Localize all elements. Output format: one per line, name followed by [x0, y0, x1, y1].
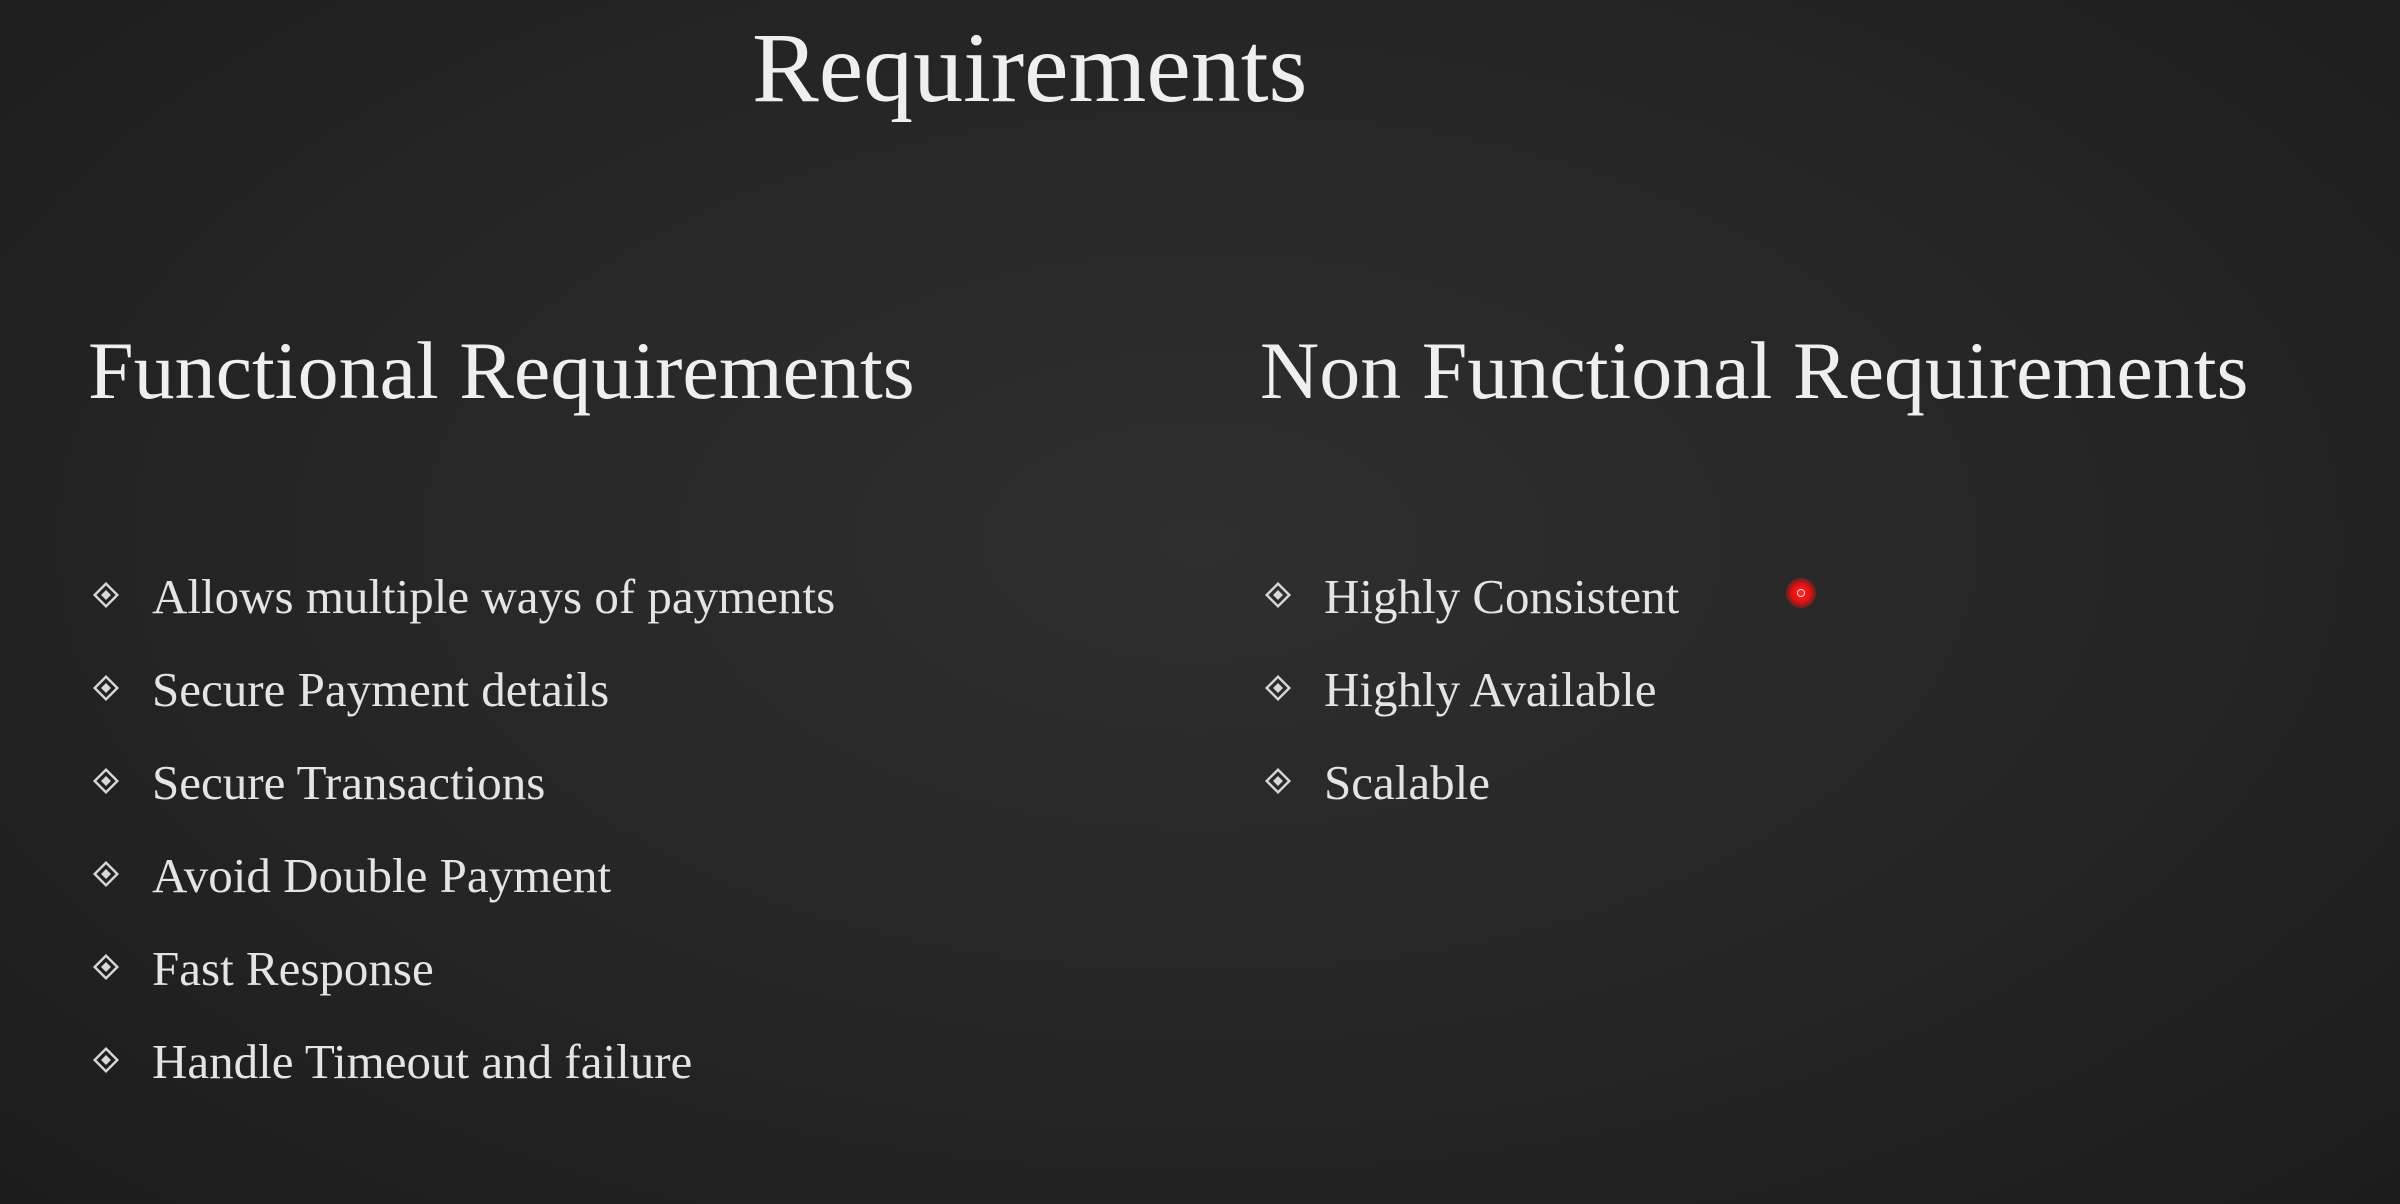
diamond-bullet-icon [92, 953, 120, 980]
list-item: Highly Available [1260, 643, 1679, 736]
list-item-label: Avoid Double Payment [152, 848, 612, 903]
non-functional-requirements-section: Non Functional Requirements Highly Consi… [1260, 325, 2249, 811]
list-item: Avoid Double Payment [88, 829, 835, 922]
diamond-bullet-icon [92, 674, 120, 701]
list-item: Scalable [1260, 736, 1679, 829]
laser-pointer-icon [1786, 578, 1816, 608]
diamond-bullet-icon [1264, 674, 1292, 701]
list-item: Allows multiple ways of payments [88, 550, 835, 643]
list-item: Handle Timeout and failure [88, 1015, 835, 1108]
list-item-label: Highly Available [1324, 662, 1657, 717]
list-item: Fast Response [88, 922, 835, 1015]
diamond-bullet-icon [92, 767, 120, 794]
diamond-bullet-icon [1264, 767, 1292, 794]
non-functional-requirements-heading: Non Functional Requirements [1260, 325, 2249, 416]
list-item: Secure Payment details [88, 643, 835, 736]
presentation-slide: Requirements Functional Requirements All… [0, 0, 2400, 1204]
list-item-label: Secure Transactions [152, 755, 546, 810]
list-item-label: Secure Payment details [152, 662, 610, 717]
diamond-bullet-icon [1264, 581, 1292, 608]
functional-requirements-list: Allows multiple ways of payments Secure … [88, 550, 835, 1108]
list-item-label: Allows multiple ways of payments [152, 569, 836, 624]
list-item: Secure Transactions [88, 736, 835, 829]
list-item-label: Highly Consistent [1324, 569, 1680, 624]
diamond-bullet-icon [92, 860, 120, 887]
non-functional-requirements-list: Highly Consistent Highly Available Scala… [1260, 550, 1679, 829]
list-item-label: Handle Timeout and failure [152, 1034, 693, 1089]
functional-requirements-section: Functional Requirements Allows multiple … [88, 325, 915, 1090]
diamond-bullet-icon [92, 581, 120, 608]
slide-title: Requirements [752, 12, 1308, 123]
list-item: Highly Consistent [1260, 550, 1679, 643]
list-item-label: Fast Response [152, 941, 434, 996]
diamond-bullet-icon [92, 1046, 120, 1073]
functional-requirements-heading: Functional Requirements [88, 325, 915, 416]
list-item-label: Scalable [1324, 755, 1490, 810]
